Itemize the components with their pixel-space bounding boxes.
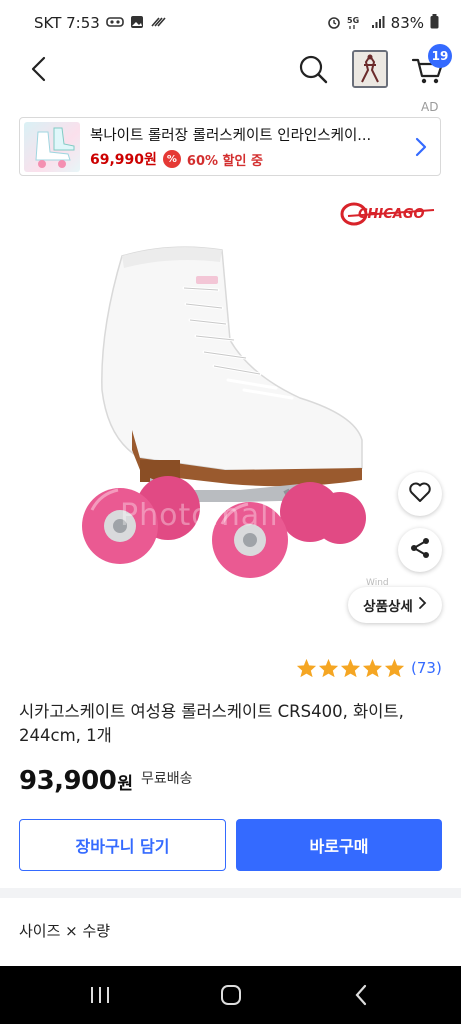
share-button[interactable]	[398, 528, 442, 572]
product-detail-label: 상품상세	[363, 599, 413, 615]
star-icon	[340, 658, 361, 678]
recent-apps-icon[interactable]	[88, 986, 112, 1004]
ad-title: 복나이트 롤러장 롤러스케이트 인라인스케이...	[90, 128, 372, 144]
star-icon	[362, 658, 383, 678]
wishlist-button[interactable]	[398, 472, 442, 516]
rating-row[interactable]: (73)	[296, 658, 442, 678]
carrier-time: SKT 7:53	[34, 14, 100, 32]
ad-banner[interactable]: 복나이트 롤러장 롤러스케이트 인라인스케이... 69,990원 % 60% …	[19, 117, 441, 176]
system-nav-bar	[0, 966, 461, 1024]
discount-icon: %	[162, 150, 181, 168]
battery-icon	[430, 14, 439, 32]
ad-product-thumb	[24, 121, 80, 172]
cart-count-badge: 19	[428, 44, 452, 68]
alarm-icon	[327, 15, 341, 32]
star-icon	[318, 658, 339, 678]
recent-product-thumb[interactable]	[352, 50, 388, 88]
buy-now-button[interactable]: 바로구매	[236, 819, 442, 871]
vr-icon	[106, 16, 124, 31]
star-icon	[384, 658, 405, 678]
section-divider	[0, 888, 461, 898]
brand-logo: CHICAGO	[340, 200, 438, 230]
signal-icon	[371, 15, 385, 32]
ad-label: AD	[421, 100, 439, 114]
product-price: 93,900	[19, 766, 117, 796]
price-unit: 원	[117, 774, 133, 794]
share-icon	[408, 536, 432, 564]
gallery-icon	[130, 15, 144, 32]
ad-price: 69,990원	[90, 152, 157, 168]
star-rating	[296, 658, 405, 678]
search-icon[interactable]	[296, 52, 330, 86]
status-bar: SKT 7:53 5G 83%	[0, 0, 461, 46]
add-to-cart-button[interactable]: 장바구니 담기	[19, 819, 226, 871]
rating-count[interactable]: (73)	[411, 659, 442, 677]
back-icon[interactable]	[22, 52, 56, 86]
heart-icon	[408, 481, 432, 507]
product-detail-button[interactable]: 상품상세	[348, 587, 442, 623]
5g-icon: 5G	[347, 14, 365, 33]
top-nav	[0, 46, 461, 94]
star-icon	[296, 658, 317, 678]
bolt-icon	[150, 16, 166, 31]
free-shipping-label: 무료배송	[140, 771, 193, 787]
price-row: 93,900 원 무료배송	[19, 766, 193, 796]
product-title: 시카고스케이트 여성용 롤러스케이트 CRS400, 화이트, 244cm, 1…	[19, 702, 404, 745]
watermark-text: Photomall	[120, 498, 279, 533]
svg-text:5G: 5G	[347, 16, 359, 25]
chevron-right-icon	[417, 596, 427, 614]
brand-logo-text: CHICAGO	[358, 207, 425, 222]
home-icon[interactable]	[220, 984, 242, 1006]
nav-back-icon[interactable]	[352, 983, 370, 1007]
chevron-right-icon	[412, 135, 430, 159]
battery-percent: 83%	[390, 14, 424, 32]
ad-discount: 60% 할인 중	[186, 153, 263, 169]
size-quantity-label[interactable]: 사이즈 × 수량	[19, 920, 110, 941]
